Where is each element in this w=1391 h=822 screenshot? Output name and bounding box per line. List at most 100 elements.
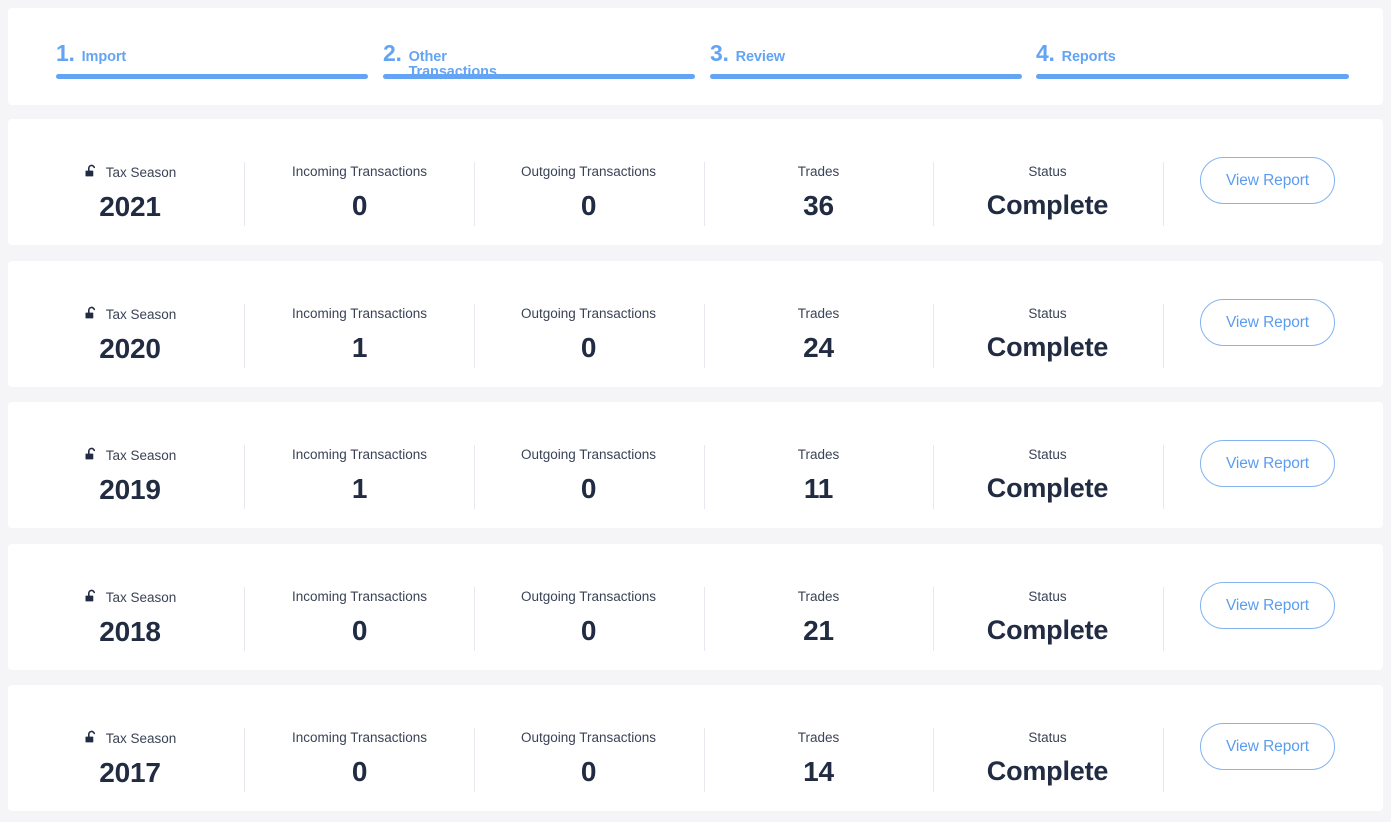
- status-value: Complete: [986, 755, 1109, 786]
- step-label: Reports: [1061, 49, 1116, 65]
- unlock-icon: [84, 730, 99, 745]
- column-divider: [704, 304, 705, 368]
- tax-season-label-group: Tax Season: [52, 447, 208, 463]
- column-divider: [1163, 728, 1164, 792]
- column-divider: [1163, 304, 1164, 368]
- column-label: Status: [1028, 306, 1067, 321]
- column-divider: [474, 162, 475, 226]
- column-label: Incoming Transactions: [291, 730, 428, 745]
- column-label: Trades: [797, 447, 840, 462]
- cell-incoming-transactions: Incoming Transactions 1: [252, 307, 467, 364]
- status-value: Complete: [986, 189, 1109, 220]
- cell-trades: Trades 11: [711, 448, 926, 505]
- step-progress-bar: [56, 74, 368, 79]
- column-divider: [704, 162, 705, 226]
- cell-outgoing-transactions: Outgoing Transactions 0: [481, 307, 696, 364]
- status-value: Complete: [986, 614, 1109, 645]
- incoming-transactions-value: 1: [351, 331, 368, 363]
- column-label: Trades: [797, 730, 840, 745]
- incoming-transactions-value: 0: [351, 614, 368, 646]
- column-divider: [244, 445, 245, 509]
- unlock-icon: [84, 447, 99, 462]
- cell-incoming-transactions: Incoming Transactions 0: [252, 165, 467, 222]
- cell-status: Status Complete: [940, 731, 1155, 787]
- column-label: Tax Season: [105, 447, 177, 463]
- status-value: Complete: [986, 331, 1109, 362]
- column-label: Status: [1028, 730, 1067, 745]
- tax-season-label-group: Tax Season: [52, 164, 208, 180]
- column-label: Incoming Transactions: [291, 306, 428, 321]
- outgoing-transactions-value: 0: [580, 614, 597, 646]
- view-report-button[interactable]: View Report: [1200, 723, 1335, 770]
- cell-status: Status Complete: [940, 448, 1155, 504]
- column-label: Outgoing Transactions: [520, 589, 657, 604]
- view-report-button[interactable]: View Report: [1200, 440, 1335, 487]
- step-progress-bar: [383, 74, 695, 79]
- column-label: Incoming Transactions: [291, 589, 428, 604]
- step-number: 3.: [710, 40, 729, 66]
- tax-reports-page: 1. Import 2. Other Transactions 3. Revie…: [0, 0, 1391, 822]
- step-number: 1.: [56, 40, 75, 66]
- column-divider: [474, 304, 475, 368]
- status-value: Complete: [986, 472, 1109, 503]
- progress-stepper: 1. Import 2. Other Transactions 3. Revie…: [8, 8, 1383, 105]
- unlock-icon: [84, 306, 99, 321]
- column-divider: [244, 728, 245, 792]
- column-divider: [704, 445, 705, 509]
- view-report-button[interactable]: View Report: [1200, 157, 1335, 204]
- tax-season-value: 2018: [99, 616, 161, 647]
- column-divider: [933, 587, 934, 651]
- cell-tax-season: Tax Season 2021: [52, 164, 208, 223]
- step-number: 2.: [383, 40, 402, 66]
- column-divider: [474, 728, 475, 792]
- column-label: Outgoing Transactions: [520, 447, 657, 462]
- column-label: Trades: [797, 164, 840, 179]
- tax-season-row: Tax Season 2018 Incoming Transactions 0 …: [8, 544, 1383, 670]
- incoming-transactions-value: 1: [351, 472, 368, 504]
- column-label: Tax Season: [105, 164, 177, 180]
- column-divider: [474, 445, 475, 509]
- column-label: Status: [1028, 447, 1067, 462]
- column-label: Incoming Transactions: [291, 447, 428, 462]
- step-label: Review: [735, 49, 785, 65]
- column-label: Incoming Transactions: [291, 164, 428, 179]
- column-label: Status: [1028, 589, 1067, 604]
- outgoing-transactions-value: 0: [580, 472, 597, 504]
- tax-season-value: 2019: [99, 474, 161, 505]
- column-divider: [1163, 445, 1164, 509]
- step-progress-bar: [1036, 74, 1349, 79]
- column-divider: [933, 445, 934, 509]
- step-number: 4.: [1036, 40, 1055, 66]
- trades-value: 21: [803, 614, 834, 646]
- incoming-transactions-value: 0: [351, 755, 368, 787]
- unlock-icon: [84, 164, 99, 179]
- cell-trades: Trades 21: [711, 590, 926, 647]
- cell-outgoing-transactions: Outgoing Transactions 0: [481, 731, 696, 788]
- column-divider: [244, 587, 245, 651]
- view-report-button[interactable]: View Report: [1200, 582, 1335, 629]
- column-divider: [704, 587, 705, 651]
- column-label: Trades: [797, 306, 840, 321]
- trades-value: 36: [803, 189, 834, 221]
- tax-season-value: 2021: [99, 191, 161, 222]
- tax-season-label-group: Tax Season: [52, 589, 208, 605]
- column-divider: [244, 162, 245, 226]
- column-label: Tax Season: [105, 730, 177, 746]
- tax-season-row: Tax Season 2017 Incoming Transactions 0 …: [8, 685, 1383, 811]
- view-report-button[interactable]: View Report: [1200, 299, 1335, 346]
- column-label: Tax Season: [105, 589, 177, 605]
- cell-tax-season: Tax Season 2017: [52, 730, 208, 789]
- column-label: Outgoing Transactions: [520, 164, 657, 179]
- cell-incoming-transactions: Incoming Transactions 1: [252, 448, 467, 505]
- cell-incoming-transactions: Incoming Transactions 0: [252, 731, 467, 788]
- column-divider: [244, 304, 245, 368]
- column-divider: [933, 162, 934, 226]
- tax-season-label-group: Tax Season: [52, 730, 208, 746]
- outgoing-transactions-value: 0: [580, 331, 597, 363]
- cell-outgoing-transactions: Outgoing Transactions 0: [481, 590, 696, 647]
- column-divider: [474, 587, 475, 651]
- cell-status: Status Complete: [940, 590, 1155, 646]
- column-label: Status: [1028, 164, 1067, 179]
- cell-trades: Trades 24: [711, 307, 926, 364]
- cell-tax-season: Tax Season 2018: [52, 589, 208, 648]
